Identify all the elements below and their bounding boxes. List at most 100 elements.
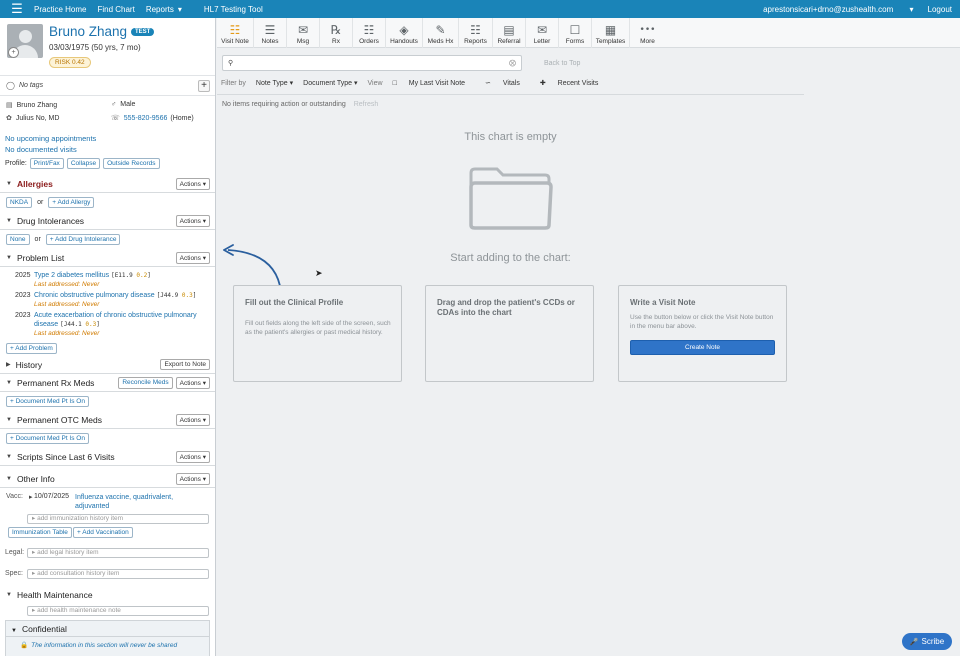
section-history[interactable]: ▶ History Export to Note xyxy=(0,356,215,374)
toolbar-forms[interactable]: ☐ Forms xyxy=(559,18,592,48)
add-drug-intolerance-button[interactable]: + Add Drug Intolerance xyxy=(45,234,121,245)
consultation-history-input[interactable]: ▸ add consultation history item xyxy=(27,569,209,579)
toolbar-handouts[interactable]: ◈ Handouts xyxy=(386,18,423,48)
toolbar-notes[interactable]: ☰ Notes xyxy=(254,18,287,48)
collapse-button[interactable]: Collapse xyxy=(66,158,101,169)
section-allergies[interactable]: ▼ Allergies Actions ▾ xyxy=(0,175,215,193)
logout-link[interactable]: Logout xyxy=(928,5,952,14)
card-drag-drop-ccd[interactable]: Drag and drop the patient's CCDs or CDAs… xyxy=(425,285,594,382)
export-to-note-button[interactable]: Export to Note xyxy=(160,359,210,370)
id-card-icon: ▤ xyxy=(6,102,13,109)
problem-item[interactable]: 2023 Chronic obstructive pulmonary disea… xyxy=(0,291,215,311)
document-type-dropdown[interactable]: Document Type ▾ xyxy=(303,79,357,87)
add-vaccination-button[interactable]: + Add Vaccination xyxy=(73,527,133,538)
visit-note-icon: ☷ xyxy=(229,23,241,37)
clear-search-icon[interactable]: ⨂ xyxy=(509,59,516,67)
nkda-button[interactable]: NKDA xyxy=(6,197,33,208)
section-health-maintenance[interactable]: ▼ Health Maintenance xyxy=(0,586,215,604)
toolbar-visit-note[interactable]: ☷ Visit Note xyxy=(217,18,254,48)
toolbar-referral[interactable]: ▤ Referral xyxy=(493,18,526,48)
section-rx-meds[interactable]: ▼ Permanent Rx Meds Reconcile Meds Action… xyxy=(0,374,215,392)
toolbar-msg[interactable]: ✉ Msg xyxy=(287,18,320,48)
rx-actions-button[interactable]: Actions ▾ xyxy=(175,377,210,389)
refresh-link[interactable]: Refresh xyxy=(354,101,379,108)
chart-search-input[interactable]: ⚲ ⨂ xyxy=(222,55,522,71)
problem-item[interactable]: 2025 Type 2 diabetes mellitus [E11.9 0.2… xyxy=(0,271,215,291)
add-allergy-button[interactable]: + Add Allergy xyxy=(48,197,95,208)
create-note-button[interactable]: Create Note xyxy=(630,340,775,355)
orders-icon: ☷ xyxy=(363,23,375,37)
caret-right-icon: ▶ xyxy=(6,362,11,368)
section-problem-list[interactable]: ▼ Problem List Actions ▾ xyxy=(0,249,215,267)
allergies-actions-button[interactable]: Actions ▾ xyxy=(175,178,210,190)
or-text: or xyxy=(34,236,41,243)
section-confidential[interactable]: ▼ Confidential xyxy=(11,624,67,634)
toolbar-orders[interactable]: ☷ Orders xyxy=(353,18,386,48)
section-title: Health Maintenance xyxy=(16,590,93,600)
risk-badge[interactable]: RISK 0.42 xyxy=(49,57,91,68)
legal-history-input[interactable]: ▸ add legal history item xyxy=(27,548,209,558)
section-drug-intolerances[interactable]: ▼ Drug Intolerances Actions ▾ xyxy=(0,212,215,230)
scripts-actions-button[interactable]: Actions ▾ xyxy=(175,451,210,463)
outside-records-button[interactable]: Outside Records xyxy=(103,158,160,169)
immunization-history-input[interactable]: ▸ add immunization history item xyxy=(27,514,209,524)
intolerances-actions-button[interactable]: Actions ▾ xyxy=(175,215,210,227)
document-icon: □ xyxy=(392,79,399,87)
phone-icon: ☏ xyxy=(111,115,120,122)
problem-name[interactable]: Acute exacerbation of chronic obstructiv… xyxy=(34,312,197,328)
section-other-info[interactable]: ▼ Other Info Actions ▾ xyxy=(0,470,215,488)
toolbar-more[interactable]: ••• More xyxy=(630,18,665,48)
toolbar-meds-hx[interactable]: ✎ Meds Hx xyxy=(423,18,459,48)
documented-visits[interactable]: No documented visits xyxy=(0,144,215,155)
print-fax-button[interactable]: Print/Fax xyxy=(29,158,64,169)
message-icon: ✉ xyxy=(297,23,309,37)
add-problem-button[interactable]: + Add Problem xyxy=(6,342,57,354)
other-actions-button[interactable]: Actions ▾ xyxy=(175,473,210,485)
health-maintenance-input[interactable]: ▸ add health maintenance note xyxy=(27,606,209,616)
stethoscope-icon: ✿ xyxy=(6,115,12,122)
add-tag-button[interactable]: + xyxy=(198,80,210,92)
filter-row: Filter by Note Type ▾ Document Type ▾ Vi… xyxy=(221,79,618,88)
vitals-link[interactable]: ∽ Vitals xyxy=(485,79,530,87)
otc-actions-button[interactable]: Actions ▾ xyxy=(175,414,210,426)
toolbar-label: Meds Hx xyxy=(427,38,454,45)
app-logo-icon[interactable]: ☰ xyxy=(0,0,34,18)
problem-name[interactable]: Chronic obstructive pulmonary disease xyxy=(34,292,155,299)
note-type-dropdown[interactable]: Note Type ▾ xyxy=(256,79,293,87)
placeholder: add immunization history item xyxy=(37,515,124,522)
toolbar-reports[interactable]: ☷ Reports xyxy=(459,18,493,48)
scribe-button[interactable]: 🎤 Scribe xyxy=(902,633,952,650)
problem-item[interactable]: 2023 Acute exacerbation of chronic obstr… xyxy=(0,311,215,340)
patient-phone[interactable]: 555-820-9566 xyxy=(124,115,168,122)
toolbar-letter[interactable]: ✉ Letter xyxy=(526,18,559,48)
my-last-visit-note-link[interactable]: □ My Last Visit Note xyxy=(393,80,475,87)
document-rx-med-button[interactable]: + Document Med Pt Is On xyxy=(6,396,89,407)
reconcile-meds-button[interactable]: Reconcile Meds xyxy=(118,377,173,389)
change-photo-icon[interactable]: + xyxy=(8,47,19,58)
upcoming-appointments[interactable]: No upcoming appointments xyxy=(0,133,215,144)
card-body: Use the button below or click the Visit … xyxy=(630,314,774,330)
document-otc-med-button[interactable]: + Document Med Pt Is On xyxy=(6,433,89,444)
toolbar-rx[interactable]: ℞ Rx xyxy=(320,18,353,48)
section-title: Allergies xyxy=(16,178,53,189)
back-to-top-link[interactable]: Back to Top xyxy=(544,60,580,67)
immunization-table-button[interactable]: Immunization Table xyxy=(8,527,72,538)
nav-practice-home[interactable]: Practice Home xyxy=(34,5,86,14)
vacc-name[interactable]: Influenza vaccine, quadrivalent, adjuvan… xyxy=(75,493,195,511)
toolbar-templates[interactable]: ▦ Templates xyxy=(592,18,630,48)
allergies-row: NKDA or + Add Allergy xyxy=(0,193,215,212)
section-scripts[interactable]: ▼ Scripts Since Last 6 Visits Actions ▾ xyxy=(0,448,215,466)
notes-icon: ☰ xyxy=(264,23,276,37)
none-button[interactable]: None xyxy=(6,234,30,245)
section-otc-meds[interactable]: ▼ Permanent OTC Meds Actions ▾ xyxy=(0,411,215,429)
problem-name[interactable]: Type 2 diabetes mellitus xyxy=(34,272,109,279)
user-email-menu[interactable]: apreston­sicari+drno@zushealth.com ▾ xyxy=(749,5,913,14)
recent-visits-link[interactable]: ✚ Recent Visits xyxy=(540,79,609,87)
problems-actions-button[interactable]: Actions ▾ xyxy=(175,252,210,264)
toolbar-label: More xyxy=(640,38,655,45)
nav-find-chart[interactable]: Find Chart xyxy=(97,5,134,14)
caret-down-icon: ▼ xyxy=(6,592,12,598)
card-clinical-profile[interactable]: Fill out the Clinical Profile Fill out f… xyxy=(233,285,402,382)
nav-reports[interactable]: Reports ▾ xyxy=(146,5,193,14)
nav-hl7-testing-tool[interactable]: HL7 Testing Tool xyxy=(204,5,263,14)
